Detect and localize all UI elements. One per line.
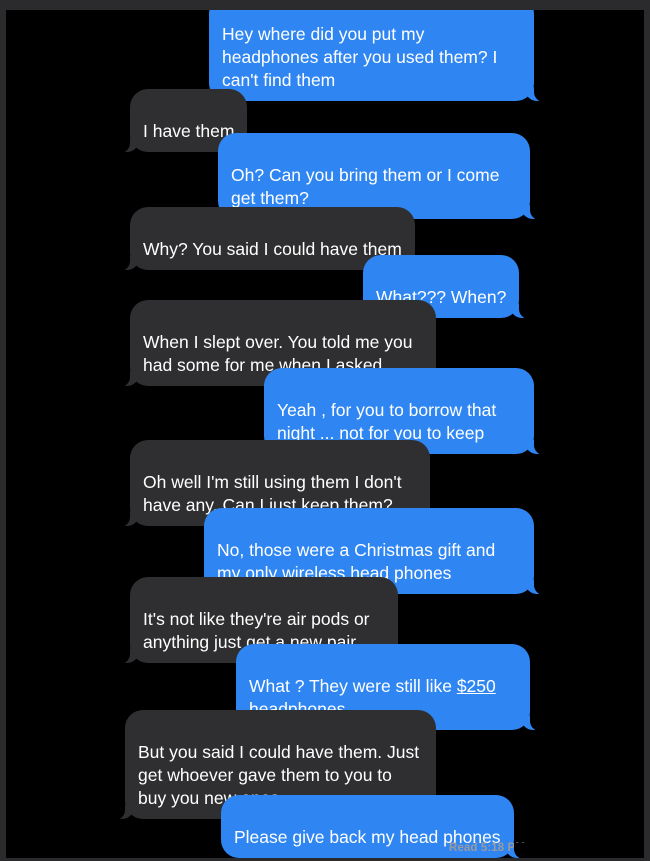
- message-text: Oh? Can you bring them or I come get the…: [231, 165, 500, 208]
- price-link[interactable]: $250: [457, 676, 496, 696]
- message-bubble-sent[interactable]: Hey where did you put my headphones afte…: [209, 10, 546, 102]
- message-text: Hey where did you put my headphones afte…: [222, 24, 498, 90]
- message-text: Yeah , for you to borrow that night ... …: [277, 400, 497, 443]
- message-thread[interactable]: Hey where did you put my headphones afte…: [6, 10, 644, 858]
- message-text: Why? You said I could have them: [143, 239, 402, 259]
- message-text: I have them: [143, 121, 235, 141]
